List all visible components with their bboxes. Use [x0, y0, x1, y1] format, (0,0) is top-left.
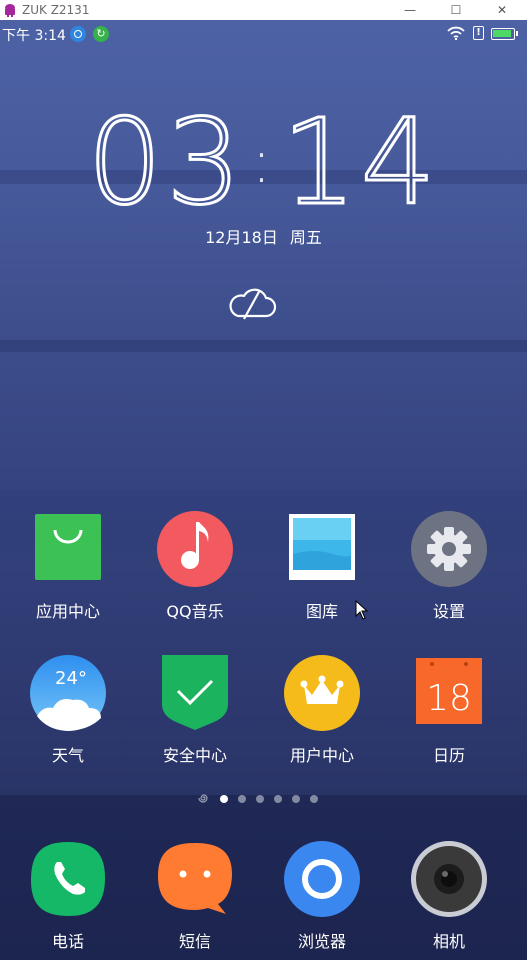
app-label: 浏览器	[297, 932, 346, 951]
weather-shortcut[interactable]: 24° 天气	[13, 654, 123, 766]
shield-check-icon	[156, 654, 234, 732]
security-center-shortcut[interactable]: 安全中心	[140, 654, 250, 766]
sync-notification-icon: ↻	[93, 26, 109, 42]
page-dot[interactable]	[292, 795, 300, 803]
messages-shortcut[interactable]: 短信	[140, 840, 250, 952]
page-dot[interactable]	[274, 795, 282, 803]
gallery-icon	[283, 510, 361, 588]
page-dot[interactable]	[310, 795, 318, 803]
app-label: 相机	[432, 932, 465, 951]
window-title: ZUK Z2131	[22, 3, 90, 17]
minimize-button[interactable]: —	[388, 0, 432, 20]
browser-shortcut[interactable]: 浏览器	[267, 840, 377, 952]
app-label: 用户中心	[289, 746, 354, 765]
camera-icon	[410, 840, 488, 918]
browser-icon	[283, 840, 361, 918]
notification-icon	[70, 26, 86, 42]
music-note-icon	[156, 510, 234, 588]
app-label: QQ音乐	[166, 602, 224, 621]
page-dot[interactable]	[238, 795, 246, 803]
phone-shortcut[interactable]: 电话	[13, 840, 123, 952]
app-label: 设置	[432, 602, 465, 621]
battery-icon	[491, 28, 518, 40]
crown-icon	[283, 654, 361, 732]
phone-screen: 下午 3:14 ↻ ! 03:14 12月18日 周五 应用中心 QQ音乐 图…	[0, 20, 527, 960]
page-dot-active[interactable]	[220, 795, 228, 803]
app-label: 日历	[432, 746, 465, 765]
app-label: 电话	[51, 932, 84, 951]
weekday-text: 周五	[289, 228, 322, 247]
app-label: 天气	[51, 746, 84, 765]
settings-shortcut[interactable]: 设置	[394, 510, 504, 622]
close-button[interactable]: ✕	[480, 0, 524, 20]
clock-minutes: 14	[280, 92, 440, 233]
maximize-button[interactable]: ☐	[434, 0, 478, 20]
sim-alert-icon: !	[473, 26, 484, 40]
cloud-offline-icon[interactable]	[226, 286, 278, 320]
app-label: 应用中心	[35, 602, 100, 621]
wallpaper-band	[0, 340, 527, 352]
gear-icon	[410, 510, 488, 588]
camera-shortcut[interactable]: 相机	[394, 840, 504, 952]
qq-music-shortcut[interactable]: QQ音乐	[140, 510, 250, 622]
android-icon	[5, 4, 15, 17]
clock-colon: :	[251, 127, 276, 197]
status-bar[interactable]: 下午 3:14 ↻ !	[0, 20, 527, 48]
page-dot[interactable]	[256, 795, 264, 803]
lockscreen-date: 12月18日 周五	[0, 224, 527, 248]
clock-hours: 03	[86, 92, 246, 233]
calendar-shortcut[interactable]: 18 日历	[394, 654, 504, 766]
mouse-pointer-icon	[355, 600, 369, 620]
status-time: 下午 3:14	[2, 28, 66, 44]
wifi-icon	[447, 26, 465, 40]
app-store-bag-icon	[29, 510, 107, 588]
message-icon	[156, 840, 234, 918]
user-center-shortcut[interactable]: 用户中心	[267, 654, 377, 766]
app-label: 安全中心	[162, 746, 227, 765]
weather-icon: 24°	[29, 654, 107, 732]
phone-icon	[29, 840, 107, 918]
app-label: 短信	[178, 932, 211, 951]
app-store-shortcut[interactable]: 应用中心	[13, 510, 123, 622]
lockscreen-clock[interactable]: 03:14	[0, 92, 527, 233]
weather-temp: 24°	[55, 668, 87, 689]
date-text: 12月18日	[205, 228, 278, 247]
calendar-day: 18	[426, 678, 472, 719]
home-swirl-icon	[198, 794, 208, 803]
window-titlebar: ZUK Z2131 — ☐ ✕	[0, 0, 527, 20]
calendar-icon: 18	[410, 654, 488, 732]
